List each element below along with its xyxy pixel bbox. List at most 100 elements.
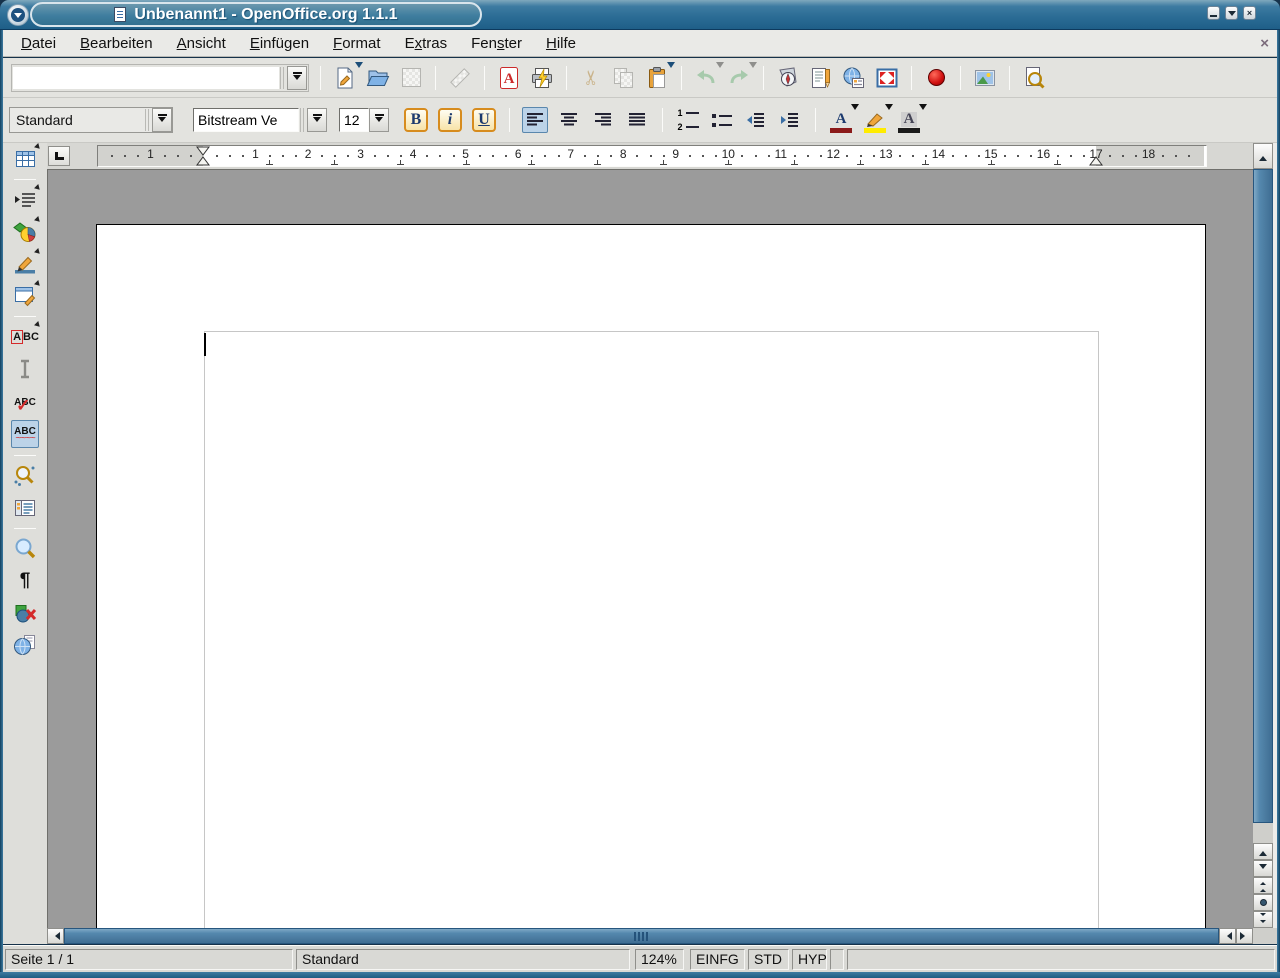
menu-item-ansicht[interactable]: Ansicht: [169, 32, 234, 55]
ruler-number: 11: [775, 148, 787, 160]
tab-type-button[interactable]: [48, 146, 70, 166]
status-zoom[interactable]: 124%: [635, 949, 684, 970]
export-pdf-button[interactable]: A: [496, 65, 522, 91]
graphics-on-off-button[interactable]: [11, 600, 39, 626]
url-input[interactable]: [13, 67, 279, 89]
direct-cursor-button[interactable]: [11, 356, 39, 382]
titlebar-pill[interactable]: Unbenannt1 - OpenOffice.org 1.1.1: [30, 2, 482, 27]
size-dropdown-button[interactable]: [369, 108, 389, 132]
find-replace-button[interactable]: [11, 463, 39, 489]
window-menu-button[interactable]: [7, 4, 29, 26]
nonprinting-characters-button[interactable]: ¶: [11, 568, 39, 594]
scroll-left-button-2[interactable]: [1219, 928, 1236, 944]
decrease-indent-button[interactable]: [743, 107, 769, 133]
char-background-button[interactable]: A: [896, 107, 922, 133]
menu-item-extras[interactable]: Extras: [397, 32, 456, 55]
menu-item-format[interactable]: Format: [325, 32, 389, 55]
font-color-button[interactable]: A: [828, 107, 854, 133]
font-dropdown-button[interactable]: [307, 108, 327, 132]
status-selection-mode[interactable]: STD: [748, 949, 789, 970]
form-functions-button[interactable]: [11, 283, 39, 309]
increase-indent-button[interactable]: [777, 107, 803, 133]
font-size-input[interactable]: [340, 112, 368, 128]
paste-button[interactable]: [644, 65, 670, 91]
align-right-button[interactable]: [590, 107, 616, 133]
vertical-scrollbar-thumb[interactable]: [1253, 169, 1273, 823]
page[interactable]: [96, 224, 1206, 928]
save-button[interactable]: [398, 65, 424, 91]
bold-button[interactable]: B: [403, 107, 429, 133]
bullets-button[interactable]: [709, 107, 735, 133]
scroll-left-button[interactable]: [47, 928, 64, 944]
document-view[interactable]: [47, 169, 1253, 928]
auto-spellcheck-button[interactable]: ABC ~~~~: [11, 420, 39, 448]
underline-button[interactable]: U: [471, 107, 497, 133]
undo-button[interactable]: [693, 65, 719, 91]
left-indent-marker[interactable]: [196, 146, 210, 166]
insert-object-button[interactable]: [11, 219, 39, 245]
horizontal-ruler[interactable]: 1123456789101112131415161718: [97, 145, 1207, 167]
record-button[interactable]: [923, 65, 949, 91]
justify-button[interactable]: [624, 107, 650, 133]
stylist-button[interactable]: [808, 65, 834, 91]
scroll-right-button[interactable]: [1236, 928, 1253, 944]
close-document-icon[interactable]: ×: [1260, 35, 1269, 52]
url-dropdown-button[interactable]: [287, 66, 307, 90]
navigation-button[interactable]: [1253, 894, 1273, 911]
style-dropdown-button[interactable]: [152, 108, 172, 132]
menu-item-hilfe[interactable]: Hilfe: [538, 32, 584, 55]
horizontal-scrollbar-thumb[interactable]: [64, 928, 1219, 944]
previous-page-button[interactable]: [1253, 877, 1273, 894]
online-layout-button[interactable]: [11, 632, 39, 658]
fullscreen-button[interactable]: [874, 65, 900, 91]
load-url-combo[interactable]: [11, 64, 309, 92]
autotext-button[interactable]: ABC: [11, 324, 39, 350]
align-left-button[interactable]: [522, 107, 548, 133]
paragraph-style-combo[interactable]: Standard: [9, 107, 173, 133]
horizontal-scrollbar[interactable]: [3, 928, 1277, 944]
zoom-button[interactable]: [11, 536, 39, 562]
menu-item-einfuegen[interactable]: Einfügen: [242, 32, 317, 55]
hyperlink-button[interactable]: [841, 65, 867, 91]
insert-fields-button[interactable]: [11, 187, 39, 213]
align-center-button[interactable]: [556, 107, 582, 133]
data-sources-button[interactable]: [11, 495, 39, 521]
navigator-button[interactable]: [775, 65, 801, 91]
insert-button[interactable]: [11, 146, 39, 172]
copy-button[interactable]: [611, 65, 637, 91]
font-name-input[interactable]: [194, 112, 298, 128]
status-hyperlink-mode[interactable]: HYP: [792, 949, 827, 970]
undo-icon: [694, 66, 718, 90]
numbering-button[interactable]: 1 2: [675, 107, 701, 133]
close-button[interactable]: ×: [1243, 6, 1256, 20]
menu-item-bearbeiten[interactable]: Bearbeiten: [72, 32, 161, 55]
highlighting-button[interactable]: [862, 107, 888, 133]
minimize-button[interactable]: [1207, 6, 1220, 20]
vertical-scrollbar[interactable]: [1253, 143, 1273, 928]
font-name-combo[interactable]: [193, 107, 327, 133]
edit-file-button[interactable]: [447, 65, 473, 91]
status-page-style[interactable]: Standard: [296, 949, 630, 970]
gallery-button[interactable]: [972, 65, 998, 91]
zoom-page-button[interactable]: [1021, 65, 1047, 91]
open-button[interactable]: [365, 65, 391, 91]
font-size-combo[interactable]: [339, 107, 389, 133]
menu-item-datei[interactable]: Datei: [13, 32, 64, 55]
maximize-button[interactable]: [1225, 6, 1238, 20]
scroll-up-button[interactable]: [1253, 143, 1273, 169]
next-page-button[interactable]: [1253, 911, 1273, 928]
print-button[interactable]: [529, 65, 555, 91]
scroll-down-button[interactable]: [1253, 860, 1273, 877]
titlebar[interactable]: Unbenannt1 - OpenOffice.org 1.1.1 ×: [0, 0, 1280, 30]
new-document-button[interactable]: [332, 65, 358, 91]
menu-item-fenster[interactable]: Fenster: [463, 32, 530, 55]
draw-functions-button[interactable]: [11, 251, 39, 277]
redo-button[interactable]: [726, 65, 752, 91]
spellcheck-button[interactable]: ABC ✓: [11, 388, 39, 414]
window-border-bottom[interactable]: [0, 972, 1280, 978]
italic-button[interactable]: i: [437, 107, 463, 133]
right-indent-marker[interactable]: [1089, 146, 1103, 166]
cut-button[interactable]: ✂: [578, 65, 604, 91]
scroll-up-button-2[interactable]: [1253, 843, 1273, 860]
status-insert-mode[interactable]: EINFG: [690, 949, 745, 970]
